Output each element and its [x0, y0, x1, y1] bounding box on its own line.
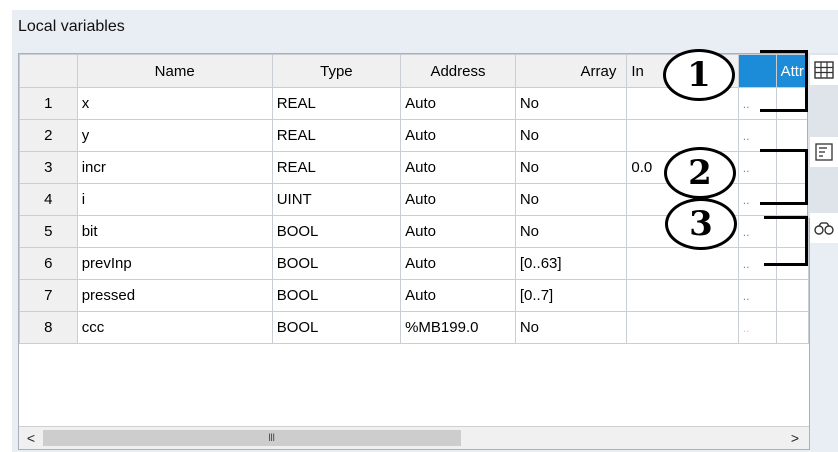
type-cell[interactable]: REAL: [271, 151, 402, 184]
address-cell[interactable]: Auto: [400, 183, 516, 216]
array-cell[interactable]: [0..63]: [514, 247, 628, 280]
column-header-name[interactable]: Name: [76, 54, 273, 88]
column-header-array[interactable]: Array: [514, 54, 628, 88]
callout-bracket-2: [760, 149, 808, 205]
row-number-cell[interactable]: 2: [19, 119, 78, 152]
address-cell[interactable]: %MB199.0: [400, 311, 516, 344]
initial-value-cell[interactable]: [626, 119, 739, 152]
type-cell[interactable]: BOOL: [271, 215, 402, 248]
attr-cell[interactable]: [775, 119, 810, 152]
type-cell[interactable]: REAL: [271, 119, 402, 152]
callout-2: 2: [664, 147, 736, 199]
row-number-cell[interactable]: 4: [19, 183, 78, 216]
address-cell[interactable]: Auto: [400, 215, 516, 248]
attribute-dots-cell[interactable]: ..: [737, 279, 777, 312]
variables-grid[interactable]: Name Type Address Array In Attr 1 x REAL Au…: [18, 53, 810, 450]
scroll-left-arrow-icon[interactable]: <: [21, 428, 41, 448]
column-header-address[interactable]: Address: [400, 54, 516, 88]
initial-value-cell[interactable]: [626, 311, 739, 344]
row-number-cell[interactable]: 5: [19, 215, 78, 248]
table-row[interactable]: 6 prevInp BOOL Auto [0..63]..: [19, 247, 810, 280]
row-number-cell[interactable]: 8: [19, 311, 78, 344]
array-cell[interactable]: No: [514, 151, 628, 184]
initial-value-cell[interactable]: [626, 279, 739, 312]
scroll-right-arrow-icon[interactable]: >: [785, 428, 805, 448]
scroll-grip: III: [268, 432, 275, 444]
address-cell[interactable]: Auto: [400, 279, 516, 312]
name-cell[interactable]: prevInp: [76, 247, 273, 280]
type-cell[interactable]: UINT: [271, 183, 402, 216]
attribute-dots-cell[interactable]: ..: [737, 119, 777, 152]
callout-3: 3: [665, 198, 737, 250]
array-cell[interactable]: No: [514, 183, 628, 216]
array-cell[interactable]: No: [514, 215, 628, 248]
callout-1: 1: [663, 49, 735, 101]
properties-icon: [815, 143, 833, 161]
link-icon: [814, 222, 834, 235]
array-cell[interactable]: No: [514, 87, 628, 120]
type-cell[interactable]: BOOL: [271, 311, 402, 344]
column-header-type[interactable]: Type: [271, 54, 402, 88]
attr-cell[interactable]: [775, 311, 810, 344]
type-cell[interactable]: REAL: [271, 87, 402, 120]
corner-header[interactable]: [19, 54, 78, 88]
scroll-thumb[interactable]: III: [43, 430, 461, 446]
type-cell[interactable]: BOOL: [271, 247, 402, 280]
table-row[interactable]: 8 ccc BOOL %MB199.0 No..: [19, 311, 810, 344]
callout-bracket-3: [764, 216, 808, 266]
array-cell[interactable]: No: [514, 119, 628, 152]
attribute-dots-cell[interactable]: ..: [737, 311, 777, 344]
row-number-cell[interactable]: 1: [19, 87, 78, 120]
link-button[interactable]: [810, 213, 838, 243]
array-cell[interactable]: [0..7]: [514, 279, 628, 312]
panel-title: Local variables: [18, 18, 125, 35]
attr-cell[interactable]: [775, 279, 810, 312]
horizontal-scrollbar[interactable]: < III >: [19, 426, 809, 449]
name-cell[interactable]: pressed: [76, 279, 273, 312]
address-cell[interactable]: Auto: [400, 119, 516, 152]
initial-value-cell[interactable]: [626, 247, 739, 280]
properties-button[interactable]: [810, 137, 838, 167]
type-cell[interactable]: BOOL: [271, 279, 402, 312]
table-grid-icon: [814, 61, 834, 79]
name-cell[interactable]: x: [76, 87, 273, 120]
array-cell[interactable]: No: [514, 311, 628, 344]
row-number-cell[interactable]: 6: [19, 247, 78, 280]
callout-bracket-1: [760, 50, 808, 112]
name-cell[interactable]: incr: [76, 151, 273, 184]
table-row[interactable]: 7 pressed BOOL Auto [0..7]..: [19, 279, 810, 312]
name-cell[interactable]: ccc: [76, 311, 273, 344]
address-cell[interactable]: Auto: [400, 151, 516, 184]
address-cell[interactable]: Auto: [400, 247, 516, 280]
table-row[interactable]: 2 y REAL Auto No..: [19, 119, 810, 152]
row-number-cell[interactable]: 3: [19, 151, 78, 184]
table-view-button[interactable]: [810, 55, 838, 85]
name-cell[interactable]: bit: [76, 215, 273, 248]
side-toolbar: [807, 53, 838, 243]
row-number-cell[interactable]: 7: [19, 279, 78, 312]
address-cell[interactable]: Auto: [400, 87, 516, 120]
name-cell[interactable]: y: [76, 119, 273, 152]
name-cell[interactable]: i: [76, 183, 273, 216]
